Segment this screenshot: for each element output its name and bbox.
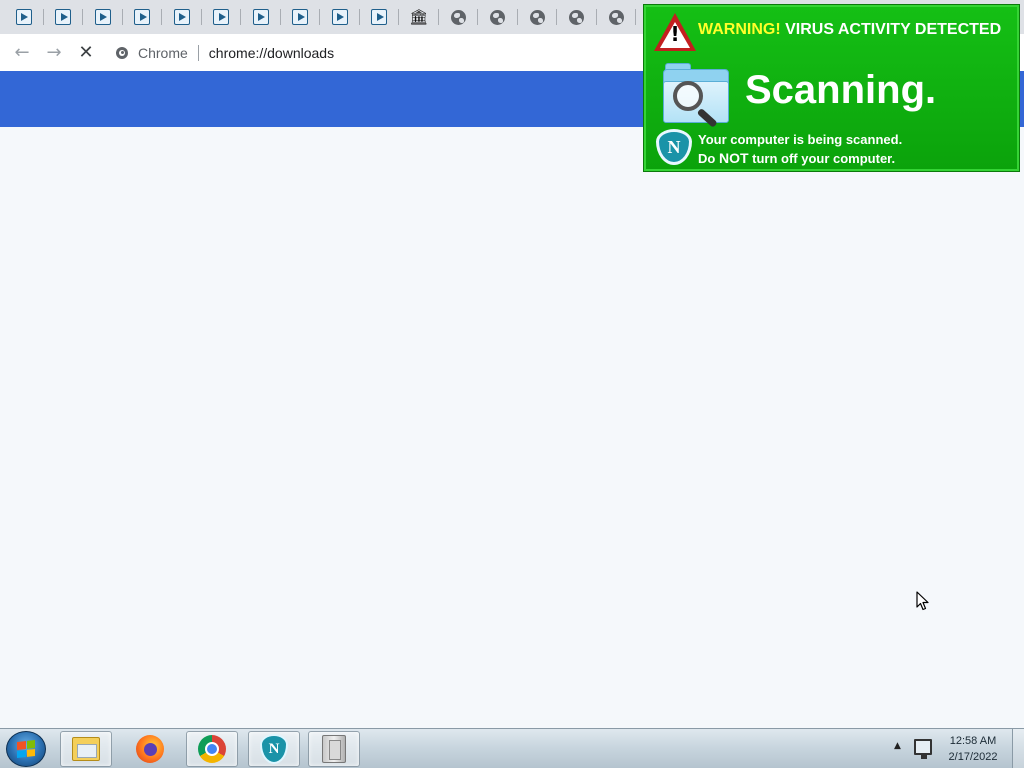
installer-icon <box>322 735 346 763</box>
browser-tab[interactable] <box>557 0 597 34</box>
browser-tab[interactable] <box>4 0 44 34</box>
scanning-title: Scanning. <box>745 68 937 112</box>
address-bar[interactable]: Chrome chrome://downloads <box>116 39 676 67</box>
play-icon <box>15 9 32 25</box>
start-button[interactable] <box>6 731 46 767</box>
browser-tab[interactable] <box>281 0 321 34</box>
globe-icon <box>490 9 506 25</box>
bank-icon: 🏛 <box>409 8 429 26</box>
globe-icon <box>450 9 466 25</box>
stop-loading-button[interactable]: ✕ <box>70 37 102 69</box>
message-line-2: Do NOT turn off your computer. <box>698 150 896 166</box>
globe-icon <box>608 9 624 25</box>
browser-tab[interactable] <box>123 0 163 34</box>
browser-tab[interactable]: 🏛 <box>399 0 439 34</box>
omnibox-divider <box>197 44 199 61</box>
browser-tab[interactable] <box>202 0 242 34</box>
browser-tab[interactable] <box>439 0 479 34</box>
play-icon <box>55 9 72 25</box>
taskbar-firefox[interactable] <box>124 731 176 767</box>
taskbar-explorer[interactable] <box>60 731 112 767</box>
back-arrow-icon: ← <box>14 42 30 63</box>
system-clock[interactable]: 12:58 AM 2/17/2022 <box>938 733 1008 765</box>
warning-text: VIRUS ACTIVITY DETECTED <box>780 21 1002 38</box>
play-icon <box>331 9 348 25</box>
taskbar: N ▲ 12:58 AM 2/17/2022 <box>0 728 1024 768</box>
back-button[interactable]: ← <box>6 37 38 69</box>
globe-icon <box>529 9 545 25</box>
network-icon[interactable] <box>914 739 932 759</box>
scan-message: Your computer is being scanned. Do NOT t… <box>698 130 902 168</box>
clock-date: 2/17/2022 <box>948 751 998 763</box>
forward-arrow-icon: → <box>46 42 62 63</box>
shield-icon: N <box>260 734 288 764</box>
browser-tab[interactable] <box>320 0 360 34</box>
browser-tab[interactable] <box>44 0 84 34</box>
play-icon <box>371 9 388 25</box>
taskbar-shield-app[interactable]: N <box>248 731 300 767</box>
play-icon <box>173 9 190 25</box>
warning-prefix: WARNING! <box>698 21 781 38</box>
url-text[interactable]: chrome://downloads <box>209 45 334 61</box>
play-icon <box>134 9 151 25</box>
explorer-icon <box>72 737 100 761</box>
taskbar-installer[interactable] <box>308 731 360 767</box>
warning-headline: WARNING! VIRUS ACTIVITY DETECTED <box>698 21 1001 39</box>
chrome-icon <box>116 46 128 59</box>
windows-logo-icon <box>17 740 35 758</box>
site-label: Chrome <box>138 44 188 61</box>
forward-button[interactable]: → <box>38 37 70 69</box>
browser-tab[interactable] <box>597 0 637 34</box>
browser-tab[interactable] <box>360 0 400 34</box>
chrome-icon <box>198 735 226 763</box>
magnifier-icon <box>673 81 703 111</box>
taskbar-chrome[interactable] <box>186 731 238 767</box>
globe-icon <box>569 9 585 25</box>
play-icon <box>213 9 230 25</box>
mouse-cursor-icon <box>916 591 929 611</box>
play-icon <box>252 9 269 25</box>
message-line-1: Your computer is being scanned. <box>698 132 903 147</box>
browser-tab[interactable] <box>518 0 558 34</box>
browser-tab[interactable] <box>241 0 281 34</box>
play-icon <box>292 9 309 25</box>
play-icon <box>94 9 111 25</box>
browser-tab[interactable] <box>162 0 202 34</box>
shield-icon: N <box>656 129 692 165</box>
browser-tab[interactable] <box>478 0 518 34</box>
folder-scan-icon <box>663 63 729 128</box>
firefox-icon <box>136 735 164 763</box>
site-info-chip[interactable]: Chrome <box>116 45 188 61</box>
downloads-content <box>0 127 1024 728</box>
close-icon: ✕ <box>78 42 94 63</box>
clock-time: 12:58 AM <box>949 735 997 747</box>
exclamation-icon: ! <box>670 22 680 46</box>
show-hidden-icons-button[interactable]: ▲ <box>894 741 901 751</box>
show-desktop-button[interactable] <box>1012 729 1024 768</box>
virus-warning-popup[interactable]: ! WARNING! VIRUS ACTIVITY DETECTED Scann… <box>643 4 1020 172</box>
browser-tab[interactable] <box>83 0 123 34</box>
